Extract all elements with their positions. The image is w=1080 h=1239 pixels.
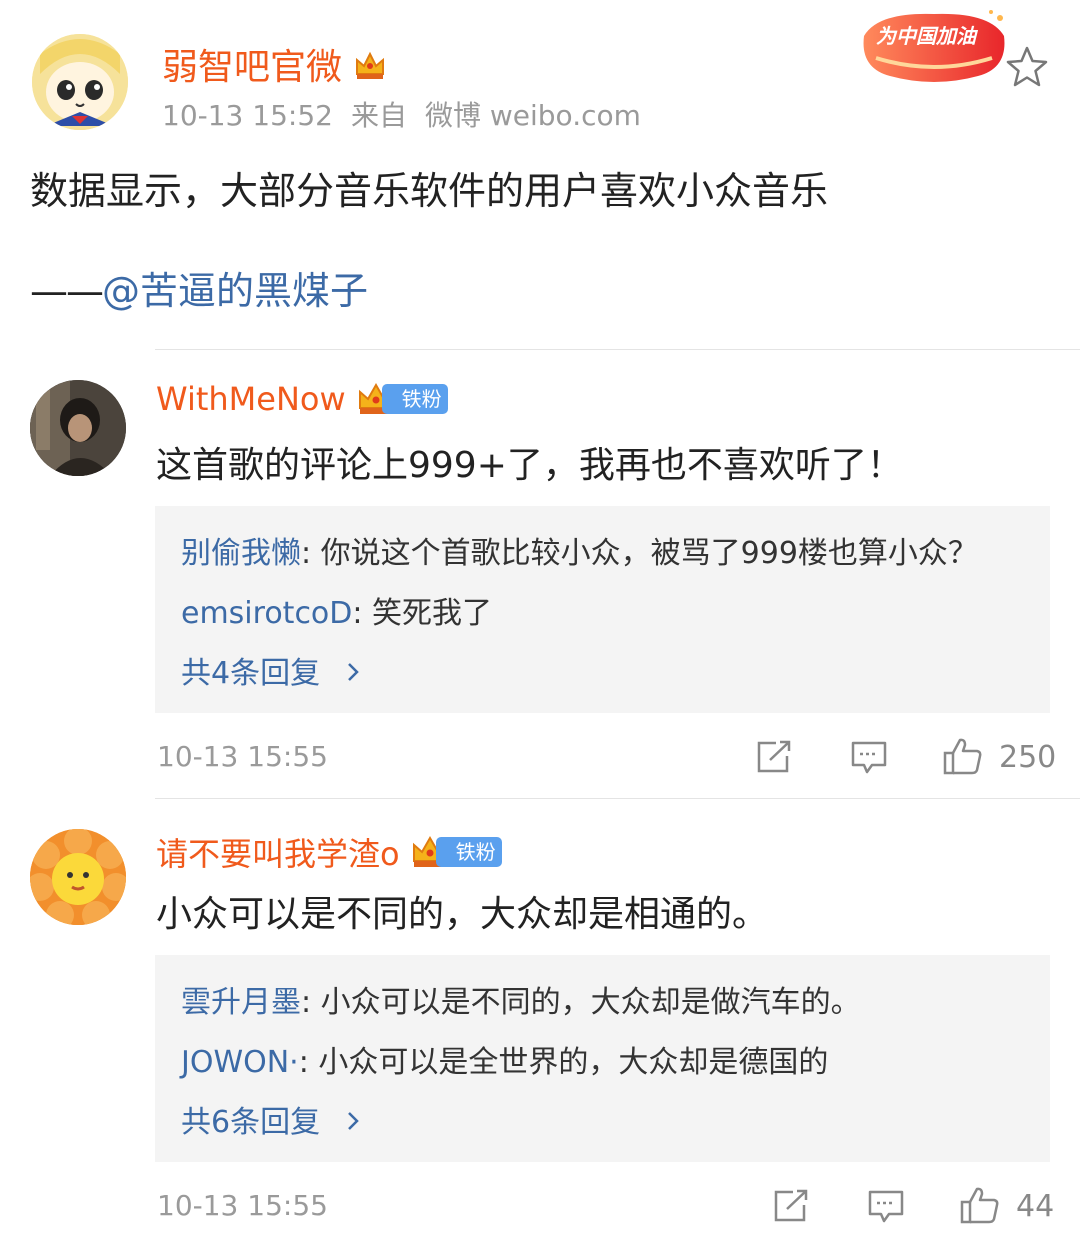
comment-user-name[interactable]: WithMeNow	[156, 380, 346, 418]
post-author-avatar[interactable]	[32, 34, 128, 130]
like-count: 250	[999, 740, 1057, 775]
reply-user[interactable]: 别偷我懒	[181, 536, 301, 571]
reply-user[interactable]: JOWON·	[181, 1045, 299, 1080]
comment-time: 10-13 15:55	[157, 740, 328, 773]
post-author-name-text[interactable]: 弱智吧官微	[162, 47, 342, 88]
more-replies-link[interactable]: 共6条回复	[181, 1097, 360, 1141]
banner-text: 为中国加油	[876, 24, 976, 48]
divider	[155, 349, 1080, 350]
reply-sep: :	[298, 1045, 319, 1080]
reply-sep: :	[301, 536, 321, 571]
post-body-text: 数据显示，大部分音乐软件的用户喜欢小众音乐	[30, 169, 829, 213]
reply-user[interactable]: 雲升月墨	[181, 985, 301, 1020]
reply-box[interactable]: 雲升月墨: 小众可以是不同的，大众却是做汽车的。 JOWON·: 小众可以是全世…	[155, 955, 1050, 1162]
reply-item[interactable]: JOWON·: 小众可以是全世界的，大众却是德国的	[181, 1037, 828, 1081]
share-box-icon[interactable]	[773, 1189, 809, 1227]
reply-box[interactable]: 别偷我懒: 你说这个首歌比较小众，被骂了999楼也算小众？ emsirotcoD…	[155, 506, 1050, 713]
attribution-mention-link[interactable]: @苦逼的黑煤子	[102, 269, 368, 313]
reply-item[interactable]: emsirotcoD: 笑死我了	[181, 588, 492, 632]
comment-avatar[interactable]	[30, 380, 126, 476]
fan-badge-label: 铁粉	[435, 837, 502, 867]
comment-user[interactable]: WithMeNow 铁粉	[156, 380, 448, 418]
reply-text: 你说这个首歌比较小众，被骂了999楼也算小众？	[320, 536, 978, 571]
post-meta: 10-13 15:52 来自 微博 weibo.com	[162, 94, 659, 134]
attribution-dash: ——	[30, 269, 104, 313]
comment-time: 10-13 15:55	[157, 1189, 328, 1222]
thumbs-up-icon[interactable]	[959, 1185, 1001, 1229]
divider	[155, 798, 1080, 799]
reply-text: 小众可以是全世界的，大众却是德国的	[318, 1045, 829, 1080]
like-count: 44	[1016, 1189, 1055, 1224]
comment-user[interactable]: 请不要叫我学渣o 铁粉	[156, 829, 502, 875]
post-time: 10-13 15:52	[162, 99, 333, 132]
reply-sep: :	[352, 596, 373, 631]
more-replies-label[interactable]: 共4条回复	[181, 656, 320, 691]
more-replies-label[interactable]: 共6条回复	[181, 1105, 320, 1140]
post-source-prefix: 来自	[350, 99, 407, 132]
comment-user-name[interactable]: 请不要叫我学渣o	[156, 829, 400, 875]
comment-text: 这首歌的评论上999+了，我再也不喜欢听了！	[156, 445, 903, 486]
reply-sep: :	[301, 985, 321, 1020]
post-attribution: ——@苦逼的黑煤子	[30, 260, 368, 315]
comment-text: 小众可以是不同的，大众却是相通的。	[156, 894, 769, 935]
thumbs-up-icon[interactable]	[942, 736, 984, 780]
avatar-illustration	[32, 34, 128, 130]
chevron-right-icon	[346, 657, 360, 690]
reply-user[interactable]: emsirotcoD	[181, 596, 352, 631]
comment-bubble-icon[interactable]	[850, 740, 888, 780]
star-outline-icon[interactable]	[1004, 44, 1050, 90]
crown-icon	[353, 48, 387, 91]
fan-badge: 铁粉	[356, 382, 448, 416]
share-box-icon[interactable]	[756, 740, 792, 778]
support-banner[interactable]: 为中国加油	[858, 6, 1010, 84]
reply-text: 小众可以是不同的，大众却是做汽车的。	[320, 985, 861, 1020]
post-source[interactable]: 微博 weibo.com	[425, 99, 641, 132]
reply-item[interactable]: 雲升月墨: 小众可以是不同的，大众却是做汽车的。	[181, 977, 861, 1021]
post-author-name[interactable]: 弱智吧官微	[162, 38, 387, 91]
fan-badge-label: 铁粉	[381, 384, 448, 414]
fan-badge: 铁粉	[410, 835, 502, 869]
comment-avatar[interactable]	[30, 829, 126, 925]
more-replies-link[interactable]: 共4条回复	[181, 648, 360, 692]
reply-text: 笑死我了	[372, 596, 493, 631]
chevron-right-icon	[346, 1106, 360, 1139]
reply-item[interactable]: 别偷我懒: 你说这个首歌比较小众，被骂了999楼也算小众？	[181, 528, 978, 572]
comment-bubble-icon[interactable]	[867, 1189, 905, 1229]
